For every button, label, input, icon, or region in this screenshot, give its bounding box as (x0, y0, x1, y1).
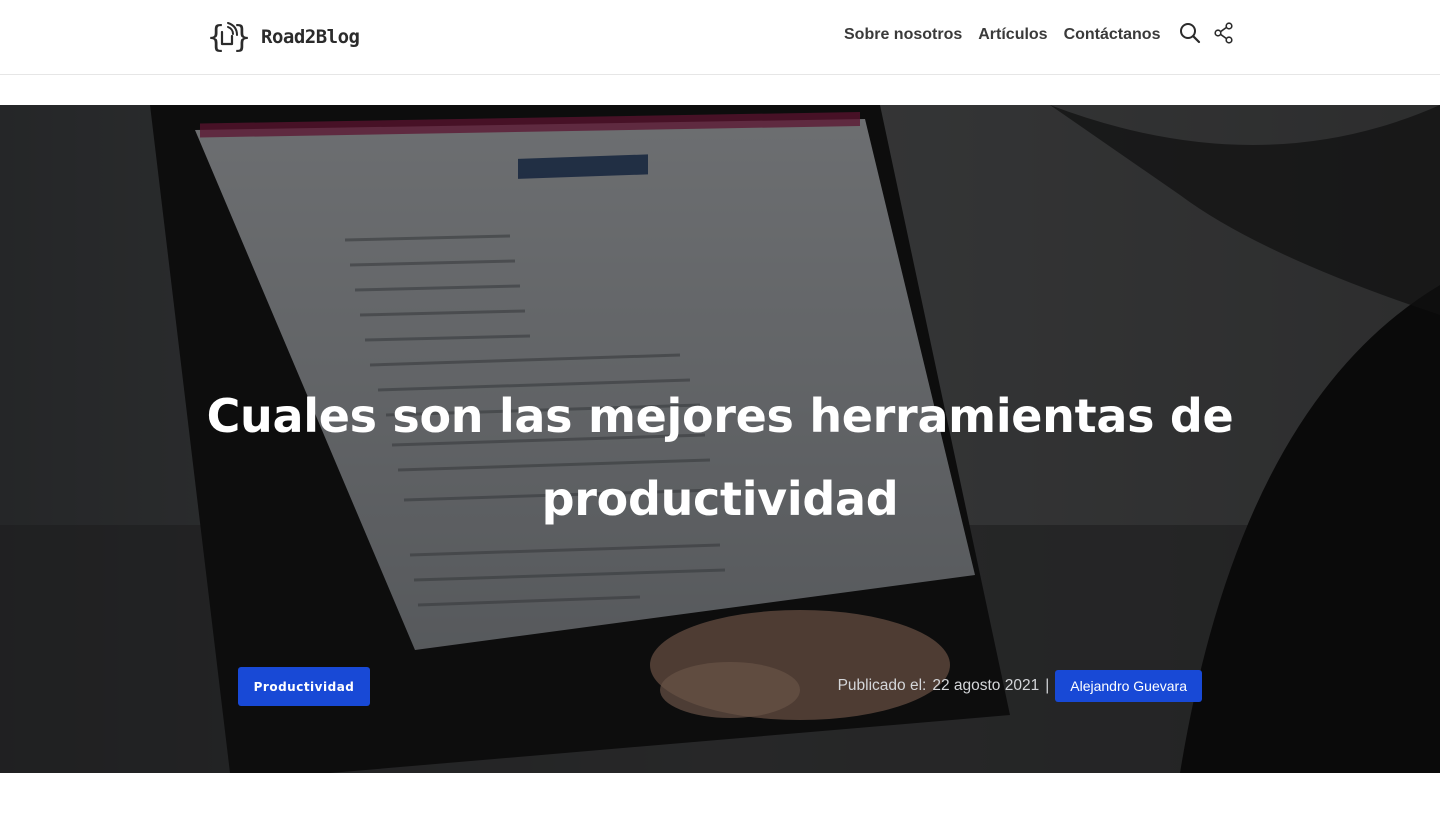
published-label: Publicado el: (837, 677, 927, 694)
author-badge[interactable]: Alejandro Guevara (1055, 670, 1202, 702)
search-icon[interactable] (1178, 21, 1202, 45)
nav-link-contactanos[interactable]: Contáctanos (1064, 26, 1161, 44)
nav-link-sobre-nosotros[interactable]: Sobre nosotros (844, 26, 962, 44)
meta-separator: | (1045, 677, 1050, 694)
brand-name: Road2Blog (261, 26, 360, 48)
brand-link[interactable]: { } Road2Blog (207, 18, 360, 56)
post-meta: Publicado el: 22 agosto 2021 | Alejandro… (838, 670, 1202, 702)
published-date: 22 agosto 2021 (932, 677, 1040, 694)
category-badge[interactable]: Productividad (238, 667, 370, 706)
share-icon[interactable] (1212, 21, 1236, 45)
article-title: Cuales son las mejores herramientas de p… (206, 389, 1234, 526)
brand-logo-icon: { } (207, 20, 251, 55)
svg-text:}: } (233, 20, 251, 55)
site-header: { } Road2Blog Sobre nosotros Artículos C… (0, 0, 1440, 75)
nav-link-articulos[interactable]: Artículos (978, 26, 1047, 44)
hero-banner: Cuales son las mejores herramientas de p… (0, 105, 1440, 773)
main-nav: Sobre nosotros Artículos Contáctanos (844, 26, 1160, 44)
